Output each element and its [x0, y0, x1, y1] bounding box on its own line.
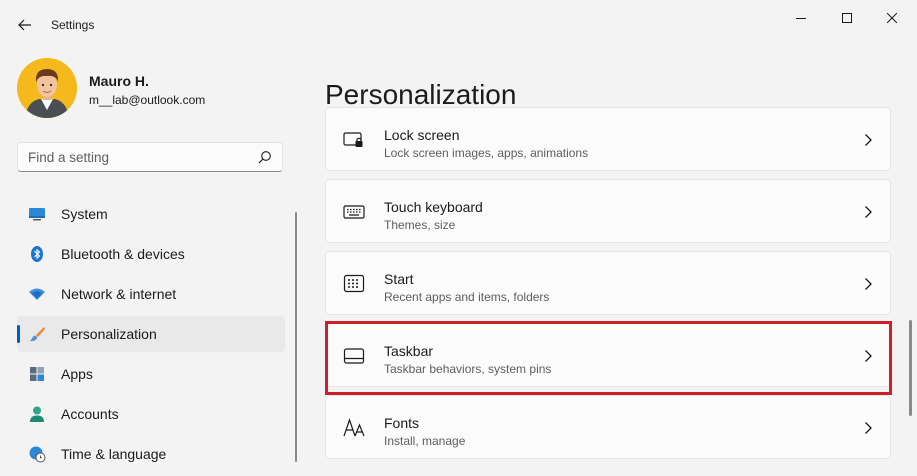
user-email: m__lab@outlook.com	[89, 93, 206, 107]
sidebar-nav: System Bluetooth & devices Network & int…	[17, 196, 285, 476]
chevron-right-icon	[865, 350, 872, 362]
setting-description: Taskbar behaviors, system pins	[384, 362, 552, 376]
user-name: Mauro H.	[89, 73, 149, 89]
sidebar-item-apps[interactable]: Apps	[17, 356, 285, 392]
sidebar-item-label: Personalization	[61, 326, 157, 342]
apps-icon	[30, 367, 44, 381]
setting-description: Recent apps and items, folders	[384, 290, 550, 304]
setting-title: Taskbar	[384, 343, 434, 359]
sidebar-item-network[interactable]: Network & internet	[17, 276, 285, 312]
chevron-right-icon	[865, 206, 872, 218]
monitor-icon	[29, 208, 45, 221]
wifi-icon	[29, 288, 45, 300]
setting-card-fonts[interactable]: Fonts Install, manage	[325, 395, 891, 459]
sidebar-item-label: Time & language	[61, 446, 167, 462]
app-title: Settings	[51, 18, 95, 32]
avatar-icon	[17, 58, 77, 118]
person-icon	[30, 406, 44, 422]
globe-clock-icon	[29, 446, 46, 463]
page-title: Personalization	[325, 78, 517, 110]
close-icon	[887, 13, 897, 23]
chevron-right-icon	[865, 134, 872, 146]
sidebar-item-label: Apps	[61, 366, 93, 382]
minimize-icon	[796, 18, 806, 19]
keyboard-icon	[343, 205, 365, 219]
setting-card-lock-screen[interactable]: Lock screen Lock screen images, apps, an…	[325, 107, 891, 171]
taskbar-icon	[343, 348, 365, 364]
bluetooth-icon	[31, 246, 43, 262]
setting-title: Start	[384, 271, 414, 287]
setting-title: Fonts	[384, 415, 420, 431]
avatar[interactable]	[17, 58, 77, 118]
sidebar-item-system[interactable]: System	[17, 196, 285, 232]
setting-description: Themes, size	[384, 218, 456, 232]
back-button[interactable]	[10, 10, 40, 40]
sidebar-scrollbar[interactable]	[295, 212, 297, 462]
sidebar-item-personalization[interactable]: Personalization	[17, 316, 285, 352]
setting-card-taskbar[interactable]: Taskbar Taskbar behaviors, system pins	[325, 323, 891, 387]
sidebar-item-bluetooth[interactable]: Bluetooth & devices	[17, 236, 285, 272]
search-input[interactable]	[28, 143, 248, 171]
maximize-icon	[842, 13, 852, 23]
main-scrollbar[interactable]	[909, 320, 912, 416]
setting-title: Touch keyboard	[384, 199, 483, 215]
minimize-button[interactable]	[778, 4, 824, 32]
arrow-left-icon	[18, 19, 31, 31]
maximize-button[interactable]	[824, 4, 870, 32]
brush-icon	[30, 327, 45, 342]
lock-screen-icon	[343, 132, 363, 147]
start-icon	[343, 274, 365, 293]
search-box[interactable]	[17, 142, 283, 172]
chevron-right-icon	[865, 278, 872, 290]
setting-card-touch-keyboard[interactable]: Touch keyboard Themes, size	[325, 179, 891, 243]
search-icon[interactable]	[258, 150, 272, 164]
sidebar-item-accounts[interactable]: Accounts	[17, 396, 285, 432]
setting-card-start[interactable]: Start Recent apps and items, folders	[325, 251, 891, 315]
chevron-right-icon	[865, 422, 872, 434]
sidebar-item-label: System	[61, 206, 108, 222]
fonts-icon	[343, 418, 365, 437]
setting-description: Lock screen images, apps, animations	[384, 146, 589, 160]
sidebar-item-label: Network & internet	[61, 286, 177, 302]
setting-description: Install, manage	[384, 434, 466, 448]
sidebar-item-label: Accounts	[61, 406, 119, 422]
close-button[interactable]	[869, 4, 915, 32]
sidebar-item-label: Bluetooth & devices	[61, 246, 185, 262]
title-bar: Settings	[0, 0, 917, 48]
setting-title: Lock screen	[384, 127, 460, 143]
sidebar-item-time-language[interactable]: Time & language	[17, 436, 285, 472]
